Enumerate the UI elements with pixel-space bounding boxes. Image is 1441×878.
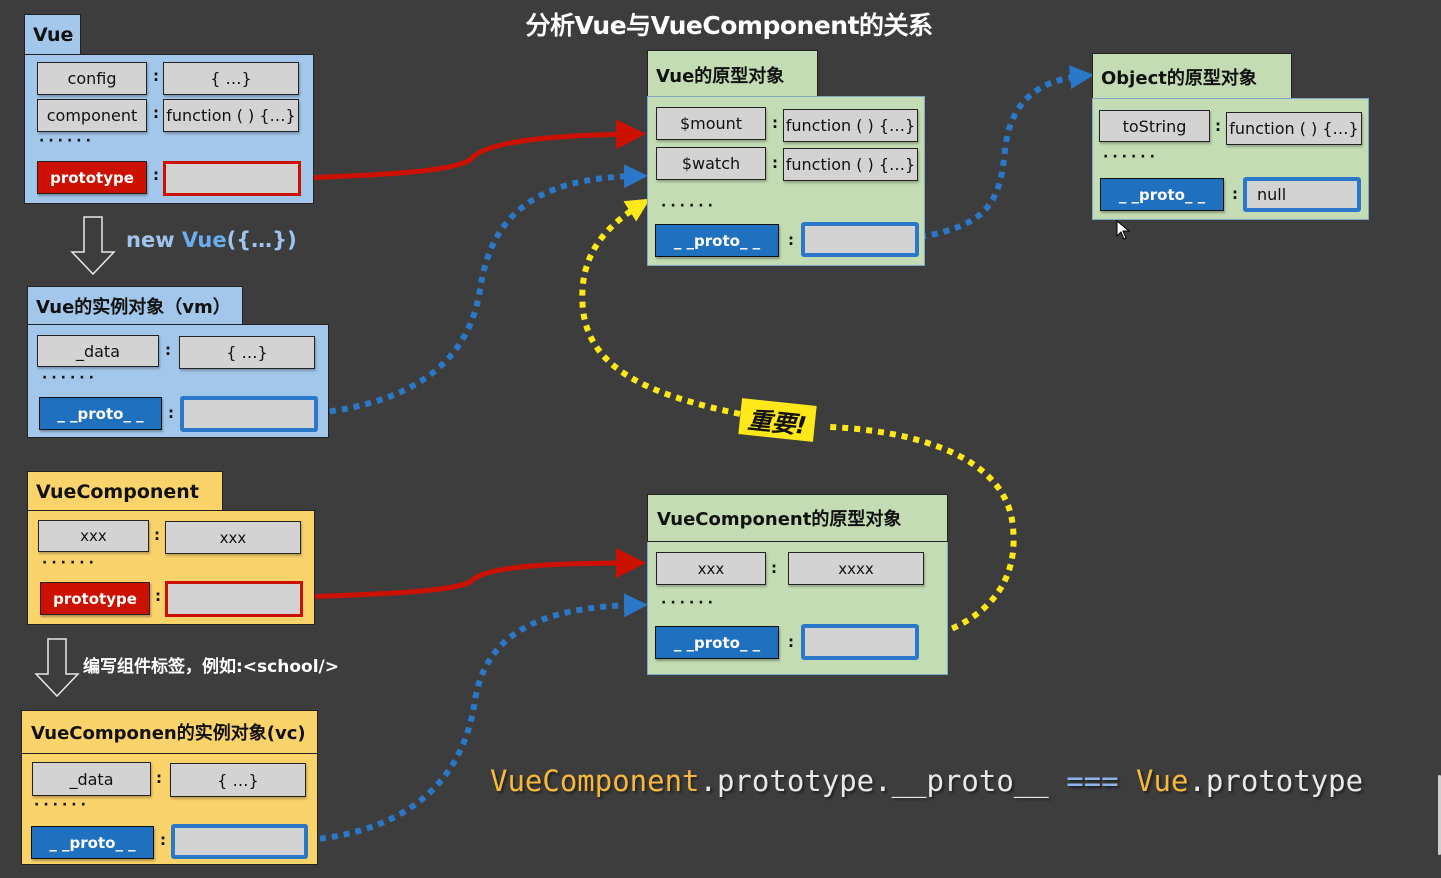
vue-keyword: Vue [181, 228, 227, 252]
vc-prototype-object-label: VueComponent的原型对象 [647, 494, 948, 542]
ellipsis: ······ [1103, 149, 1159, 165]
vue-prototype-key: prototype [37, 161, 147, 194]
vc-proto-xxx-value: xxxx [788, 552, 924, 585]
colon: : [153, 67, 159, 85]
vm-label: Vue的实例对象（vm） [27, 286, 243, 325]
vuecomponent-panel: xxx : xxx ······ prototype : [27, 510, 315, 625]
colon: : [788, 231, 794, 249]
vue-proto-proto-link [919, 65, 1094, 240]
vue-proto-proto-key: _ _proto_ _ [655, 224, 779, 257]
colon: : [168, 404, 174, 422]
prototype-formula: VueComponent.prototype.__proto__ === Vue… [490, 764, 1363, 798]
formula-vue: Vue [1136, 764, 1189, 798]
ellipsis: ······ [39, 133, 95, 149]
mouse-cursor-icon [1116, 220, 1131, 240]
vuecomponent-prototype-value [165, 581, 303, 617]
vue-watch-value: function ( ) {…} [783, 148, 918, 181]
object-tostring-key: toString [1099, 110, 1210, 142]
vue-watch-key: $watch [656, 147, 766, 180]
formula-prototype: .prototype [1188, 764, 1364, 798]
vuecomponent-label: VueComponent [27, 471, 223, 511]
vue-config-key: config [37, 62, 147, 95]
colon: : [788, 633, 794, 651]
vc-proto-proto-key: _ _proto_ _ [655, 626, 779, 659]
vm-proto-key: _ _proto_ _ [39, 397, 162, 430]
vm-panel: _data : { …} ······ _ _proto_ _ : [27, 324, 329, 438]
vue-mount-key: $mount [656, 107, 766, 140]
vm-data-value: { …} [179, 336, 315, 369]
page-title: 分析Vue与VueComponent的关系 [525, 11, 933, 40]
vc-proto-key: _ _proto_ _ [31, 826, 154, 859]
object-prototype-label: Object的原型对象 [1092, 53, 1292, 99]
vm-proto-link [317, 164, 648, 416]
vue-constructor-panel: config : { …} component : function ( ) {… [24, 54, 314, 204]
vc-prototype-object-panel: VueComponent的原型对象 xxx : xxxx ······ _ _p… [647, 494, 948, 675]
vuecomponent-xxx-value: xxx [165, 521, 301, 554]
formula-prototype-proto: .prototype.__proto__ [699, 764, 1049, 798]
vc-proto-value [171, 824, 308, 859]
colon: : [1215, 117, 1221, 135]
colon: : [155, 587, 161, 605]
vc-data-key: _data [32, 762, 151, 796]
down-arrow-icon [70, 216, 116, 276]
vue-constructor-label: Vue [24, 14, 81, 55]
new-vue-note: new Vue({…}) [126, 228, 297, 252]
colon: : [772, 154, 778, 172]
vc-data-value: { …} [170, 763, 306, 797]
write-component-tag-note: 编写组件标签，例如:<school/> [83, 657, 339, 677]
vm-data-key: _data [37, 335, 159, 367]
vc-label: VueComponen的实例对象(vc) [22, 711, 317, 754]
vuecomponent-xxx-key: xxx [38, 520, 149, 552]
vue-prototype-value [163, 161, 301, 196]
object-proto-value: null [1243, 177, 1361, 212]
colon: : [156, 769, 162, 787]
vue-prototype-object-panel: $mount : function ( ) {…} $watch : funct… [647, 96, 925, 266]
vm-proto-value [180, 396, 318, 432]
ellipsis: ······ [661, 595, 717, 611]
colon: : [772, 114, 778, 132]
formula-strict-equal: === [1066, 764, 1119, 798]
down-arrow-icon [34, 638, 80, 698]
vue-prototype-arrow [299, 119, 646, 181]
vc-proto-proto-value [801, 624, 919, 660]
colon: : [165, 341, 171, 359]
object-proto-key: _ _proto_ _ [1100, 178, 1224, 211]
colon: : [1232, 185, 1238, 203]
new-vue-args: ({…}) [226, 228, 297, 252]
formula-vuecomponent: VueComponent [490, 764, 700, 798]
vc-panel: VueComponen的实例对象(vc) _data : { …} ······… [21, 710, 318, 865]
colon: : [160, 831, 166, 849]
new-keyword: new [126, 228, 182, 252]
colon: : [153, 104, 159, 122]
vue-component-key: component [37, 99, 147, 132]
colon: : [771, 559, 777, 577]
object-tostring-value: function ( ) {…} [1226, 112, 1362, 145]
vc-prototype-arrow [301, 548, 646, 600]
ellipsis: ······ [42, 370, 98, 386]
important-badge: 重要! [738, 398, 817, 442]
ellipsis: ······ [34, 797, 90, 813]
vc-proto-xxx-key: xxx [656, 552, 766, 585]
vue-prototype-object-label: Vue的原型对象 [647, 50, 818, 98]
vue-component-value: function ( ) {…} [163, 99, 299, 132]
vue-config-value: { …} [163, 62, 299, 95]
colon: : [154, 526, 160, 544]
vue-proto-proto-value [801, 222, 919, 257]
vue-mount-value: function ( ) {…} [783, 109, 918, 142]
object-prototype-panel: toString : function ( ) {…} ······ _ _pr… [1092, 98, 1369, 220]
ellipsis: ······ [42, 555, 98, 571]
vuecomponent-prototype-key: prototype [40, 582, 150, 615]
vc-proto-link [307, 593, 648, 843]
colon: : [153, 166, 159, 184]
ellipsis: ······ [661, 198, 717, 214]
